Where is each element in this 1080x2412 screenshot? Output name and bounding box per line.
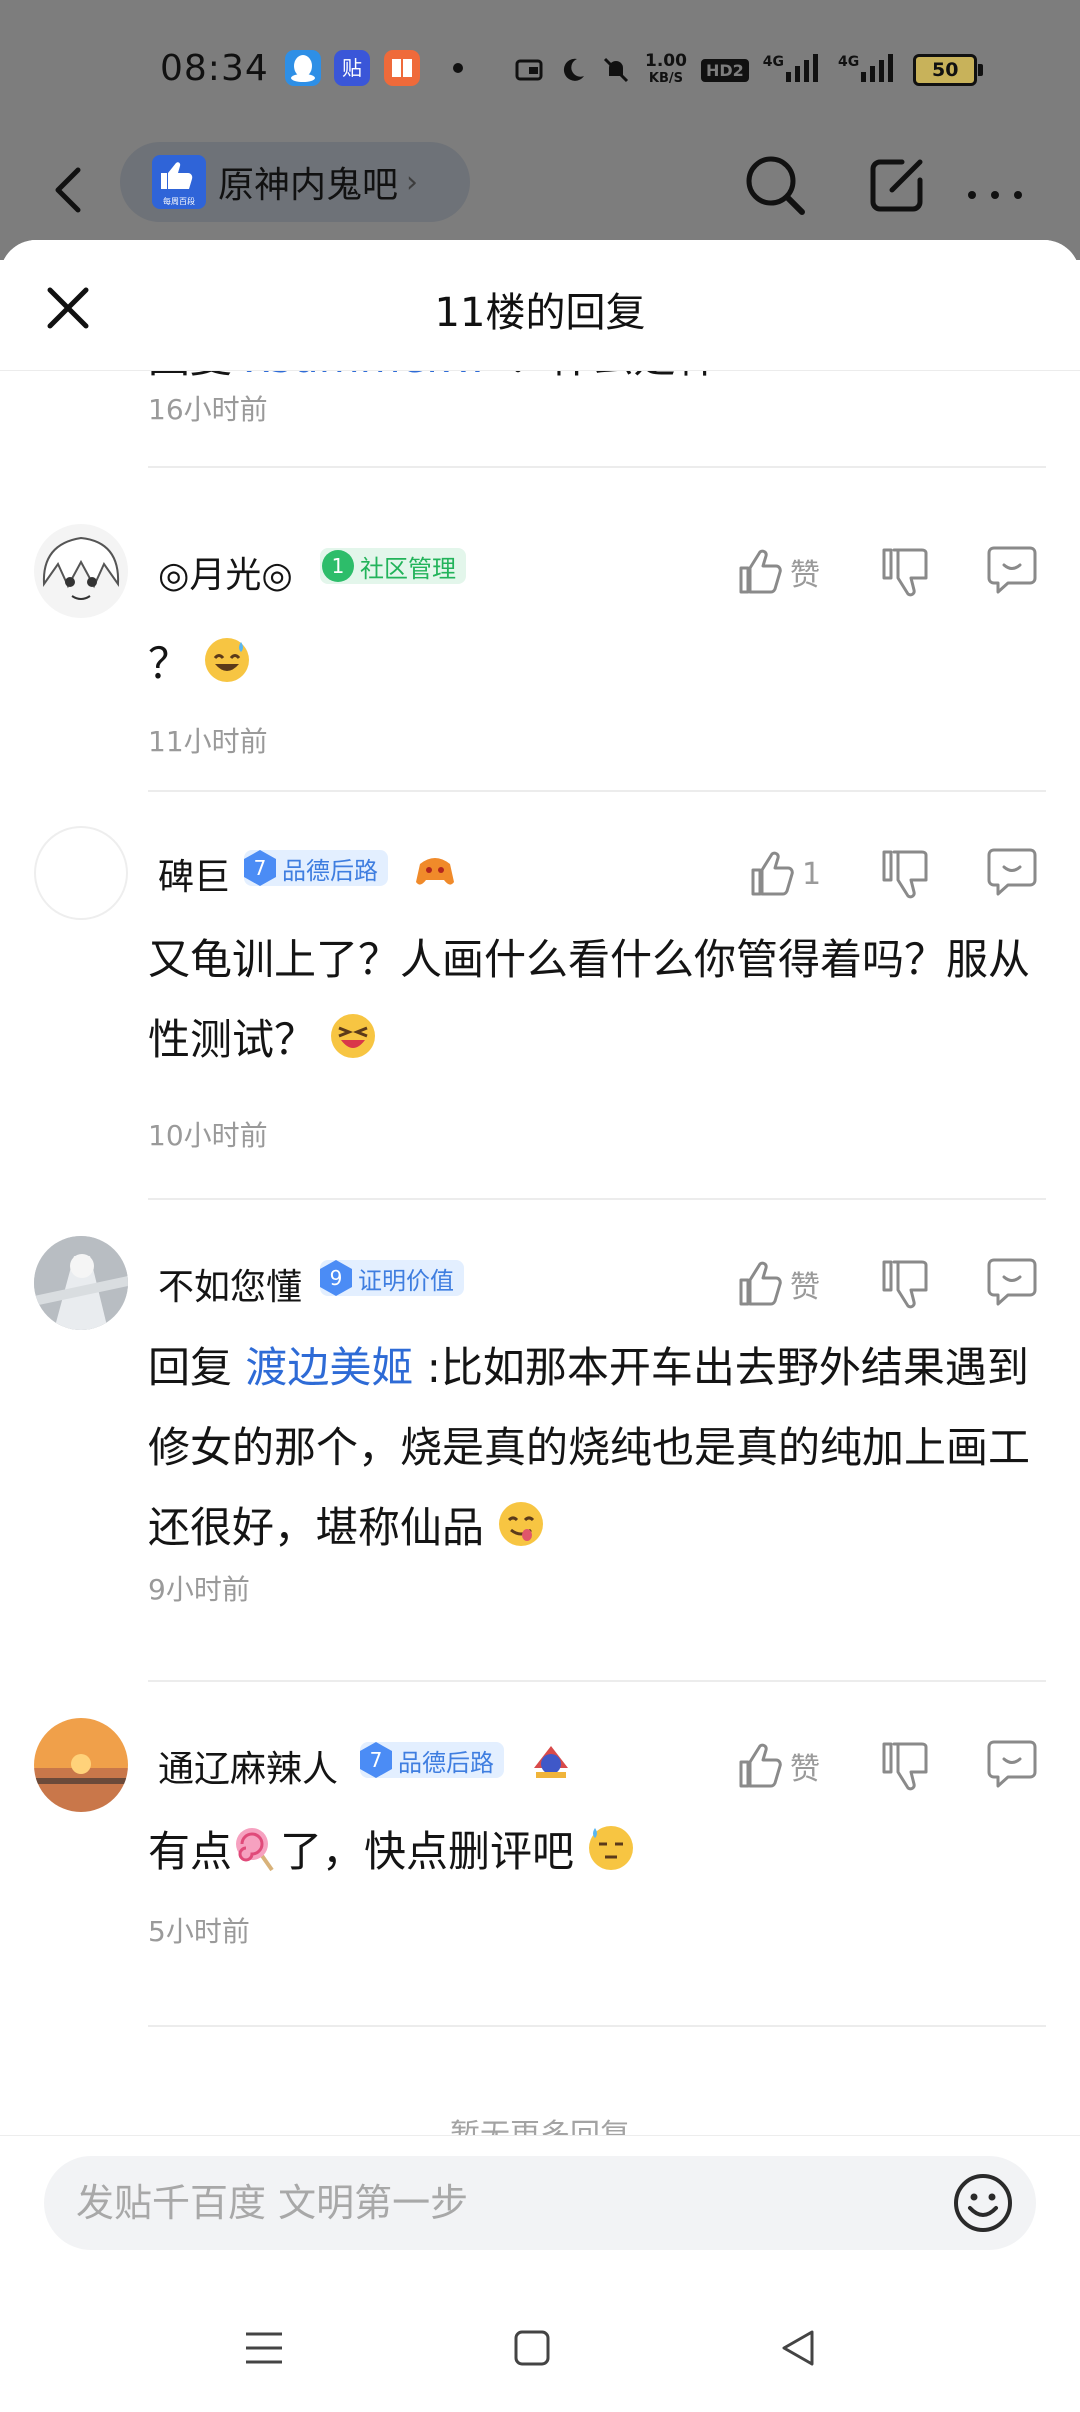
role-badge: 1 社区管理 xyxy=(320,548,466,584)
reply-input-bar xyxy=(0,2135,1080,2286)
divider xyxy=(148,790,1046,792)
reply-list[interactable]: 回复 xsummerx7 ：什么是释 16小时前 ◎月光◎ 1社区管理 赞 ？ … xyxy=(0,370,1080,2135)
avatar[interactable] xyxy=(34,826,128,920)
menu-icon[interactable] xyxy=(234,2318,294,2378)
lollipop-emoji xyxy=(232,1818,280,1872)
emoji-icon[interactable] xyxy=(952,2172,1014,2234)
sweat-smile-emoji xyxy=(203,630,251,682)
forum-entry[interactable]: 每周百段 原神内鬼吧 › xyxy=(120,142,470,222)
reply-time: 10小时前 xyxy=(148,1119,268,1152)
username[interactable]: 通辽麻辣人 xyxy=(158,1740,338,1792)
status-bar: 08:34 贴 1.00 KB/S HD2 4G 4G 50 xyxy=(0,0,1080,140)
medal-icon xyxy=(530,1742,572,1786)
signal-4g-2: 4G xyxy=(838,53,899,87)
hd-icon: HD2 xyxy=(700,58,749,82)
thumb-up-icon xyxy=(751,851,794,896)
net-speed: 1.00 KB/S xyxy=(645,51,687,87)
avatar[interactable] xyxy=(34,1236,128,1330)
reply-bubble-icon[interactable] xyxy=(984,540,1040,600)
status-icons: 1.00 KB/S HD2 4G 4G 50 xyxy=(515,48,984,92)
reply-time: 11小时前 xyxy=(148,725,268,758)
thumb-down-icon[interactable] xyxy=(878,1736,934,1796)
divider xyxy=(148,1680,1046,1682)
yum-emoji xyxy=(497,1494,545,1546)
level-badge: 7 品德后路 xyxy=(244,850,388,886)
thumb-down-icon[interactable] xyxy=(878,844,934,904)
avatar[interactable] xyxy=(34,524,128,618)
notification-dot xyxy=(453,63,463,73)
thumb-up-icon xyxy=(739,1261,782,1306)
gamepad-icon xyxy=(414,850,456,894)
chevron-right-icon: › xyxy=(406,164,419,200)
battery-icon: 50 xyxy=(913,54,984,86)
tieba-app-icon: 贴 xyxy=(334,50,370,86)
system-nav-bar xyxy=(0,2290,1080,2412)
reply-time: 16小时前 xyxy=(148,393,268,426)
like-button[interactable]: 赞 xyxy=(738,1254,820,1314)
reply-time: 5小时前 xyxy=(148,1915,250,1948)
sheet-title: 11楼的回复 xyxy=(434,290,646,336)
like-button[interactable]: 1 xyxy=(750,844,821,904)
thumb-up-icon xyxy=(739,549,782,594)
no-more-replies: 暂无更多回复 xyxy=(0,2110,1080,2135)
reply-input[interactable] xyxy=(44,2156,1036,2250)
avatar[interactable] xyxy=(34,1718,128,1812)
reply-text: 回复 渡边美姬 :比如那本开车出去野外结果遇到修女的那个，烧是真的烧纯也是真的纯… xyxy=(148,1343,1031,1552)
reply-sheet: 11楼的回复 回复 xsummerx7 ：什么是释 16小时前 ◎月光◎ 1社区… xyxy=(0,240,1080,2412)
reply-bubble-icon[interactable] xyxy=(984,842,1040,902)
reply-bubble-icon[interactable] xyxy=(984,1734,1040,1794)
reply-text: 有点 了，快点删评吧 xyxy=(148,1812,1048,1892)
divider xyxy=(148,1198,1046,1200)
mention-link[interactable]: xsummerx7 xyxy=(245,370,494,382)
like-button[interactable]: 赞 xyxy=(738,1736,820,1796)
forum-name: 原神内鬼吧 xyxy=(218,165,399,206)
top-bar: 每周百段 原神内鬼吧 › xyxy=(0,140,1080,240)
mute-bell-icon xyxy=(603,57,629,83)
username[interactable]: 碑巨 xyxy=(158,848,230,900)
thumb-down-icon[interactable] xyxy=(878,1254,934,1314)
signal-4g-1: 4G xyxy=(763,53,824,87)
username[interactable]: ◎月光◎ xyxy=(158,546,293,598)
thinking-sweat-emoji xyxy=(587,1818,635,1870)
sheet-header: 11楼的回复 xyxy=(0,240,1080,371)
reply-time: 9小时前 xyxy=(148,1573,250,1606)
grin-emoji xyxy=(329,1006,377,1058)
thumb-up-icon xyxy=(739,1743,782,1788)
more-dots-icon[interactable] xyxy=(960,150,1030,220)
reply-bubble-icon[interactable] xyxy=(984,1252,1040,1312)
back-arrow-icon[interactable] xyxy=(40,160,100,220)
reader-app-icon xyxy=(384,50,420,86)
mention-link[interactable]: 渡边美姬 xyxy=(245,1343,413,1392)
status-time: 08:34 xyxy=(160,48,269,89)
forum-logo: 每周百段 xyxy=(152,155,206,209)
qq-app-icon xyxy=(285,50,321,86)
nav-back-icon[interactable] xyxy=(768,2318,828,2378)
nfc-icon xyxy=(515,59,543,81)
thumb-down-icon[interactable] xyxy=(878,542,934,602)
reply-text: ？ xyxy=(148,624,1048,704)
partial-reply-text: 回复 xsummerx7 ：什么是释 xyxy=(148,370,717,385)
divider xyxy=(148,466,1046,468)
search-icon[interactable] xyxy=(740,150,810,220)
like-button[interactable]: 赞 xyxy=(738,542,820,602)
home-square-icon[interactable] xyxy=(502,2318,562,2378)
reply-text: 又龟训上了？人画什么看什么你管得着吗？服从性测试？ xyxy=(148,935,1031,1064)
moon-icon xyxy=(563,58,584,81)
level-badge: 7 品德后路 xyxy=(360,1742,504,1778)
username[interactable]: 不如您懂 xyxy=(158,1258,302,1310)
edit-icon[interactable] xyxy=(862,150,932,220)
divider xyxy=(148,2025,1046,2027)
level-badge: 9 证明价值 xyxy=(320,1260,464,1296)
